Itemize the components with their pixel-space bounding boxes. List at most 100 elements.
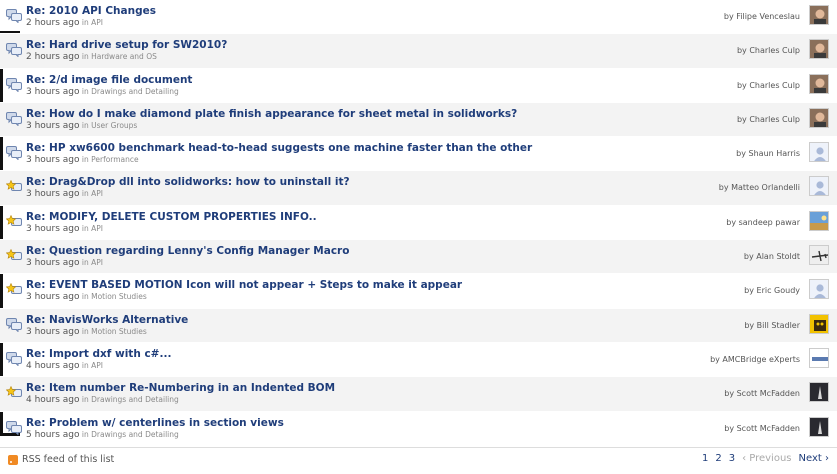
thread-title-link[interactable]: Re: Item number Re-Numbering in an Inden…: [26, 382, 335, 394]
thread-timestamp: 5 hours ago: [26, 429, 80, 440]
thread-timestamp: 3 hours ago: [26, 120, 80, 131]
thread-author-link[interactable]: Charles Culp: [749, 81, 800, 90]
author-avatar[interactable]: [809, 73, 829, 94]
thread-by-label: by: [736, 46, 750, 56]
thread-in-label: in: [79, 155, 92, 165]
author-avatar[interactable]: [809, 245, 829, 266]
thread-author-link[interactable]: sandeep pawar: [739, 218, 800, 227]
thread-title-link[interactable]: Re: EVENT BASED MOTION Icon will not app…: [26, 279, 462, 291]
speech-bubbles-icon: [6, 9, 22, 23]
author-avatar[interactable]: [809, 382, 829, 403]
thread-timestamp: 4 hours ago: [26, 395, 80, 406]
author-avatar[interactable]: [809, 210, 829, 231]
thread-author: by Bill Stadler: [744, 321, 800, 330]
author-avatar[interactable]: [809, 107, 829, 128]
thread-meta: 3 hours ago in Motion Studies: [26, 327, 147, 337]
thread-forum-link[interactable]: Motion Studies: [91, 292, 147, 301]
thread-forum-link[interactable]: Hardware and OS: [91, 52, 157, 61]
speech-bubbles-icon: [6, 146, 22, 161]
thread-author-link[interactable]: Filipe Venceslau: [736, 12, 800, 21]
thread-in-label: in: [79, 189, 92, 199]
thread-title-link[interactable]: Re: How do I make diamond plate finish a…: [26, 108, 517, 120]
page-1-link[interactable]: 1: [702, 453, 708, 464]
speech-bubbles-icon: [6, 351, 22, 366]
thread-author: by Alan Stoldt: [744, 252, 800, 261]
thread-author: by AMCBridge eXperts: [710, 355, 800, 364]
thread-author-link[interactable]: Eric Goudy: [757, 286, 800, 295]
thread-forum-link[interactable]: Performance: [91, 155, 139, 164]
author-avatar[interactable]: [809, 279, 829, 300]
thread-forum-link[interactable]: Drawings and Detailing: [91, 395, 179, 404]
page-2-link[interactable]: 2: [715, 453, 721, 464]
thread-author-link[interactable]: Bill Stadler: [757, 321, 800, 330]
speech-bubbles-icon: [6, 77, 22, 92]
author-avatar[interactable]: [809, 416, 829, 437]
thread-timestamp: 3 hours ago: [26, 155, 80, 166]
thread-title-link[interactable]: Re: Hard drive setup for SW2010?: [26, 39, 227, 51]
rss-feed-link[interactable]: RSS feed of this list: [8, 454, 114, 465]
thread-author-link[interactable]: Charles Culp: [749, 46, 800, 55]
thread-author-link[interactable]: Matteo Orlandelli: [731, 183, 800, 192]
thread-title-link[interactable]: Re: 2/d image file document: [26, 74, 192, 86]
thread-meta: 3 hours ago in Drawings and Detailing: [26, 87, 179, 97]
thread-author-link[interactable]: Scott McFadden: [737, 424, 800, 433]
author-avatar[interactable]: [809, 5, 829, 25]
thread-in-label: in: [79, 326, 92, 336]
thread-in-label: in: [79, 52, 92, 62]
author-avatar[interactable]: [809, 176, 829, 197]
thread-author-link[interactable]: Alan Stoldt: [756, 252, 800, 261]
thread-in-label: in: [79, 223, 92, 233]
thread-author-link[interactable]: Scott McFadden: [737, 389, 800, 398]
next-page-link[interactable]: Next ›: [799, 453, 829, 464]
thread-author-link[interactable]: Shaun Harris: [749, 149, 800, 158]
thread-author: by Shaun Harris: [736, 149, 800, 158]
thread-title-link[interactable]: Re: Problem w/ centerlines in section vi…: [26, 417, 284, 429]
author-avatar[interactable]: [809, 347, 829, 368]
thread-title-link[interactable]: Re: NavisWorks Alternative: [26, 314, 188, 326]
thread-forum-link[interactable]: Motion Studies: [91, 327, 147, 336]
thread-in-label: in: [79, 18, 92, 27]
thread-meta: 2 hours ago in Hardware and OS: [26, 52, 157, 62]
thread-title-link[interactable]: Re: MODIFY, DELETE CUSTOM PROPERTIES INF…: [26, 211, 317, 223]
thread-by-label: by: [736, 80, 750, 90]
thread-meta: 5 hours ago in Drawings and Detailing: [26, 430, 179, 440]
thread-title-link[interactable]: Re: Import dxf with c#...: [26, 348, 171, 360]
thread-title-link[interactable]: Re: Drag&Drop dll into solidworks: how t…: [26, 176, 350, 188]
thread-forum-link[interactable]: API: [91, 18, 103, 27]
page-3-link[interactable]: 3: [729, 453, 735, 464]
thread-forum-link[interactable]: Drawings and Detailing: [91, 430, 179, 439]
thread-title-link[interactable]: Re: Question regarding Lenny's Config Ma…: [26, 245, 349, 257]
speech-bubbles-icon: [6, 420, 22, 435]
thread-author-link[interactable]: AMCBridge eXperts: [722, 355, 800, 364]
thread-meta: 3 hours ago in Motion Studies: [26, 292, 147, 302]
thread-row: Re: NavisWorks Alternative 3 hours ago in…: [0, 308, 837, 343]
thread-forum-link[interactable]: API: [91, 361, 103, 370]
thread-author-link[interactable]: Charles Culp: [749, 115, 800, 124]
thread-title-link[interactable]: Re: HP xw6600 benchmark head-to-head sug…: [26, 142, 532, 154]
thread-forum-link[interactable]: API: [91, 224, 103, 233]
thread-meta: 3 hours ago in Performance: [26, 155, 139, 165]
speech-bubbles-icon: [6, 111, 22, 126]
thread-row: Re: Hard drive setup for SW2010? 2 hours …: [0, 34, 837, 69]
star-bubble-icon: [6, 214, 22, 229]
thread-forum-link[interactable]: API: [91, 258, 103, 267]
rss-feed-label: RSS feed of this list: [22, 454, 115, 465]
thread-forum-link[interactable]: User Groups: [91, 121, 137, 130]
author-avatar[interactable]: [809, 39, 829, 60]
author-avatar[interactable]: [809, 313, 829, 334]
thread-row: Re: EVENT BASED MOTION Icon will not app…: [0, 274, 837, 309]
thread-by-label: by: [736, 114, 750, 124]
thread-author: by Charles Culp: [737, 115, 800, 124]
thread-forum-link[interactable]: Drawings and Detailing: [91, 87, 179, 96]
thread-timestamp: 3 hours ago: [26, 223, 80, 234]
thread-author: by Scott McFadden: [724, 424, 800, 433]
thread-title-link[interactable]: Re: 2010 API Changes: [26, 5, 156, 17]
author-avatar[interactable]: [809, 142, 829, 163]
thread-forum-link[interactable]: API: [91, 189, 103, 198]
thread-row: Re: HP xw6600 benchmark head-to-head sug…: [0, 137, 837, 172]
thread-author: by Matteo Orlandelli: [719, 183, 800, 192]
thread-by-label: by: [710, 354, 723, 364]
thread-by-label: by: [743, 252, 757, 262]
thread-by-label: by: [744, 320, 757, 330]
rss-icon: [8, 454, 18, 465]
